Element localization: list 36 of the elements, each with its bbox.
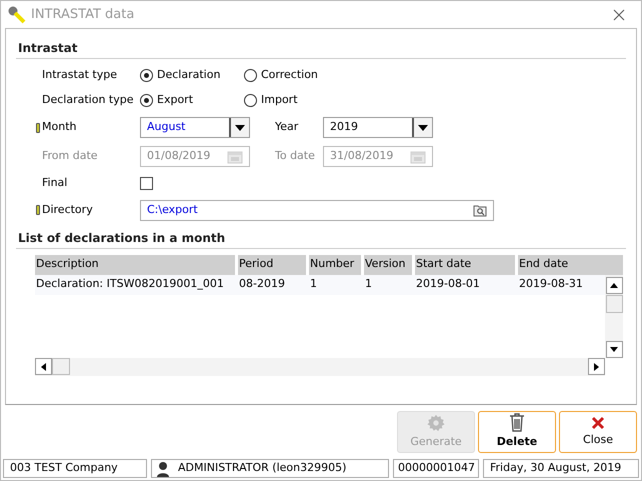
field-label: Year xyxy=(275,119,300,136)
radio-option[interactable]: Import xyxy=(244,92,348,109)
field-label: Directory xyxy=(42,202,94,218)
column-header[interactable]: Start date xyxy=(415,254,515,274)
field-label: Intrastat type xyxy=(42,67,118,84)
table-cell-text: 1 xyxy=(364,276,373,292)
field-label: Declaration type xyxy=(42,92,134,108)
status-company: 003 TEST Company xyxy=(3,459,147,478)
radio-option[interactable]: Export xyxy=(140,92,244,109)
table-cell-text: Declaration: ITSW082019001_001 xyxy=(35,276,225,292)
column-header[interactable]: Period xyxy=(238,254,306,274)
column-header[interactable]: Version xyxy=(364,254,412,274)
window-title: INTRASTAT data xyxy=(31,6,134,24)
column-header[interactable]: End date xyxy=(518,254,623,274)
table-cell-text: 2019-08-01 xyxy=(415,276,481,292)
field-label: To date xyxy=(275,148,316,164)
column-header[interactable]: Number xyxy=(309,254,361,274)
table-cell-text: 2019-08-31 xyxy=(518,276,584,292)
dropdown[interactable]: 2019 xyxy=(323,117,433,138)
dropdown[interactable]: August xyxy=(140,117,250,138)
action-button[interactable]: Close xyxy=(559,411,637,453)
table-cell-text: 08-2019 xyxy=(238,276,286,292)
radio-option[interactable]: Declaration xyxy=(140,67,244,84)
directory-field[interactable]: C:\export xyxy=(140,200,494,220)
section-heading: Intrastat xyxy=(16,39,626,59)
radio-option[interactable]: Correction xyxy=(244,67,348,84)
column-header[interactable]: Description xyxy=(35,254,235,274)
action-button[interactable]: Delete xyxy=(478,411,556,453)
field-label: Final xyxy=(42,175,68,191)
status-number: 00000001047 xyxy=(393,459,479,478)
status-date: Friday, 30 August, 2019 xyxy=(483,459,639,478)
field-label: Month xyxy=(42,119,78,136)
field-label: From date xyxy=(42,148,99,164)
section-heading: List of declarations in a month xyxy=(16,228,626,248)
table-cell-text: 1 xyxy=(309,276,318,292)
status-user: ADMINISTRATOR (leon329905) xyxy=(151,459,389,478)
